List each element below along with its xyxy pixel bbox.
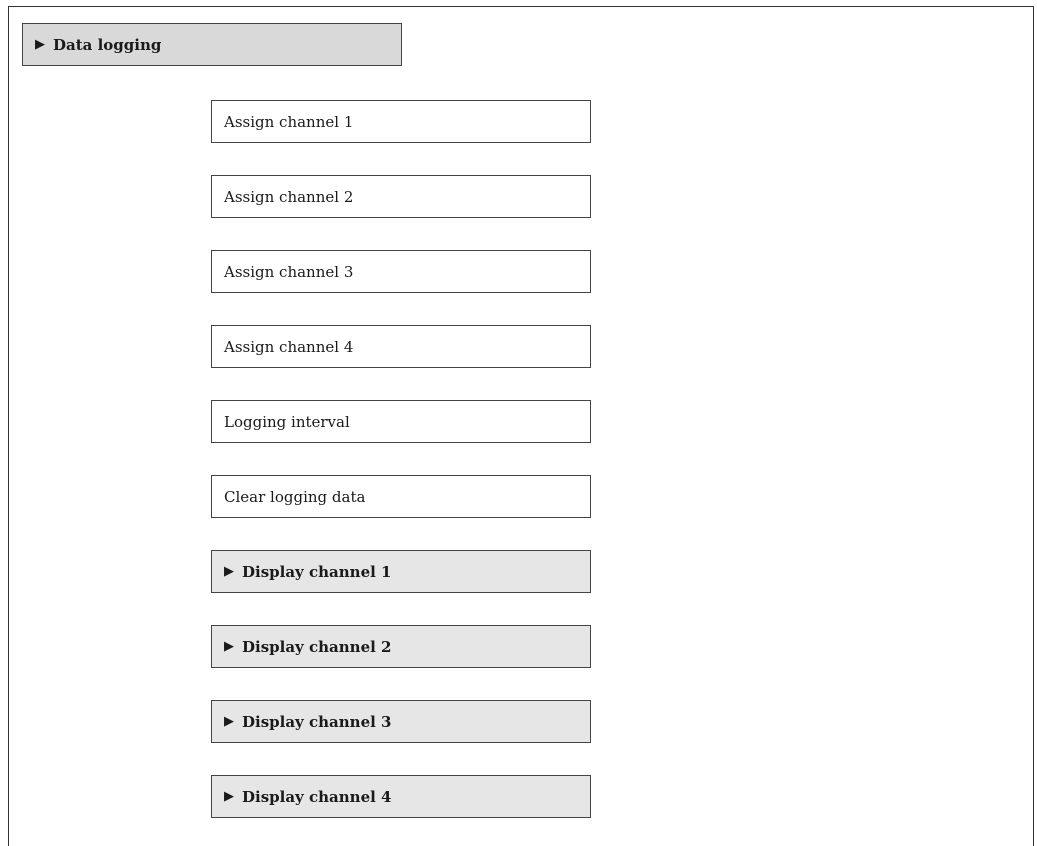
param-clear-logging-data[interactable]: Clear logging data: [211, 475, 591, 518]
menu-data-logging[interactable]: ▶ Data logging: [22, 23, 402, 66]
param-assign-channel-1[interactable]: Assign channel 1: [211, 100, 591, 143]
param-assign-channel-3[interactable]: Assign channel 3: [211, 250, 591, 293]
submenu-display-channel-1[interactable]: ▶ Display channel 1: [211, 550, 591, 593]
submenu-display-channel-4[interactable]: ▶ Display channel 4: [211, 775, 591, 818]
submenu-display-channel-3[interactable]: ▶ Display channel 3: [211, 700, 591, 743]
submenu-label: Display channel 3: [242, 712, 392, 731]
submenu-label: Display channel 4: [242, 787, 392, 806]
param-label: Assign channel 4: [224, 337, 354, 356]
param-assign-channel-2[interactable]: Assign channel 2: [211, 175, 591, 218]
triangle-right-icon: ▶: [224, 714, 234, 729]
param-logging-interval[interactable]: Logging interval: [211, 400, 591, 443]
param-assign-channel-4[interactable]: Assign channel 4: [211, 325, 591, 368]
submenu-label: Display channel 1: [242, 562, 392, 581]
triangle-right-icon: ▶: [224, 639, 234, 654]
param-label: Clear logging data: [224, 487, 366, 506]
param-label: Assign channel 3: [224, 262, 354, 281]
param-label: Logging interval: [224, 412, 350, 431]
submenu-display-channel-2[interactable]: ▶ Display channel 2: [211, 625, 591, 668]
triangle-right-icon: ▶: [224, 564, 234, 579]
triangle-right-icon: ▶: [224, 789, 234, 804]
menu-label: Data logging: [53, 35, 162, 54]
param-label: Assign channel 2: [224, 187, 354, 206]
submenu-label: Display channel 2: [242, 637, 392, 656]
param-label: Assign channel 1: [224, 112, 354, 131]
triangle-right-icon: ▶: [35, 37, 45, 52]
